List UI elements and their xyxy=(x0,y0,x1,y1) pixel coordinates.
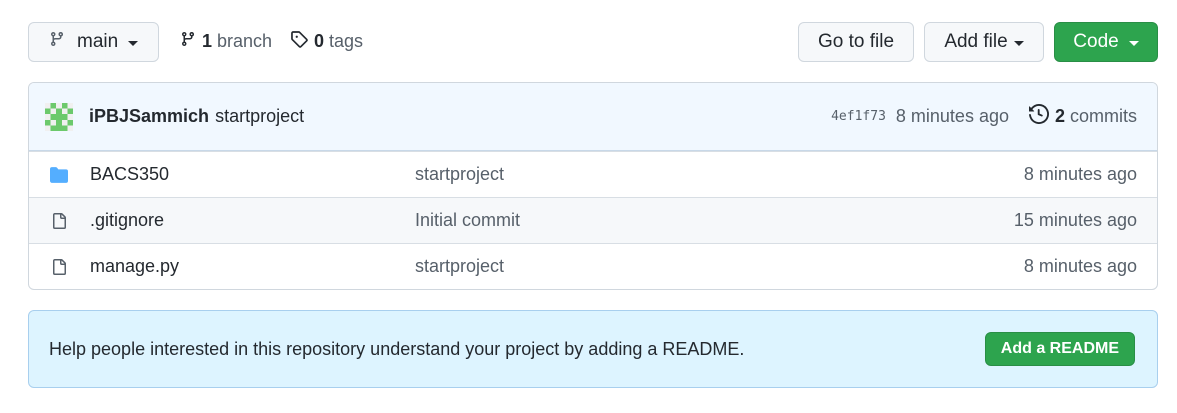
file-commit-message[interactable]: startproject xyxy=(415,164,1024,185)
git-branch-icon xyxy=(49,30,65,54)
file-age: 8 minutes ago xyxy=(1023,256,1137,276)
commit-label: commits xyxy=(1070,106,1137,126)
file-icon xyxy=(47,211,71,231)
code-button[interactable]: Code xyxy=(1054,22,1158,62)
file-icon xyxy=(47,257,71,277)
tag-count: 0 xyxy=(314,31,325,51)
tag-label: tags xyxy=(329,31,364,51)
file-name[interactable]: BACS350 xyxy=(90,164,415,185)
file-age: 8 minutes ago xyxy=(1023,164,1137,184)
branch-label: branch xyxy=(217,31,273,51)
git-branch-icon xyxy=(180,30,196,53)
branch-select-button[interactable]: main xyxy=(28,22,159,62)
avatar[interactable] xyxy=(45,102,73,131)
commit-message[interactable]: startproject xyxy=(215,106,304,127)
chevron-down-icon xyxy=(128,40,139,46)
readme-banner: Help people interested in this repositor… xyxy=(28,310,1158,388)
commits-link[interactable]: 2 commits xyxy=(1028,103,1137,129)
commit-author[interactable]: iPBJSammich xyxy=(89,106,209,127)
file-row: BACS350 startproject 8 minutes ago xyxy=(29,151,1157,197)
latest-commit-row: iPBJSammich startproject 4ef1f73 8 minut… xyxy=(29,83,1157,151)
tags-link[interactable]: 0 tags xyxy=(290,30,363,53)
commit-meta: 4ef1f73 8 minutes ago 2 commits xyxy=(831,103,1137,129)
readme-prompt-text: Help people interested in this repositor… xyxy=(49,338,745,359)
code-label: Code xyxy=(1073,31,1119,52)
branch-name: main xyxy=(77,31,119,52)
file-name[interactable]: manage.py xyxy=(90,256,415,277)
file-commit-message[interactable]: Initial commit xyxy=(415,210,1014,231)
chevron-down-icon xyxy=(1013,40,1024,46)
file-commit-message[interactable]: startproject xyxy=(415,256,1024,277)
commit-age: 8 minutes ago xyxy=(895,106,1009,126)
file-row: .gitignore Initial commit 15 minutes ago xyxy=(29,197,1157,243)
commit-count: 2 xyxy=(1054,106,1065,126)
folder-icon xyxy=(47,166,71,184)
file-listing: iPBJSammich startproject 4ef1f73 8 minut… xyxy=(28,82,1158,290)
branches-link[interactable]: 1 branch xyxy=(180,30,272,53)
file-age: 15 minutes ago xyxy=(1013,210,1137,230)
file-row: manage.py startproject 8 minutes ago xyxy=(29,243,1157,289)
branch-count: 1 xyxy=(202,31,213,51)
history-icon xyxy=(1028,103,1049,129)
add-file-button[interactable]: Add file xyxy=(924,22,1044,62)
commit-sha[interactable]: 4ef1f73 xyxy=(831,109,886,124)
add-readme-button[interactable]: Add a README xyxy=(984,332,1135,366)
file-name[interactable]: .gitignore xyxy=(90,210,415,231)
chevron-down-icon xyxy=(1128,40,1139,46)
go-to-file-button[interactable]: Go to file xyxy=(798,22,914,62)
tag-icon xyxy=(290,30,308,53)
add-file-label: Add file xyxy=(944,31,1008,52)
